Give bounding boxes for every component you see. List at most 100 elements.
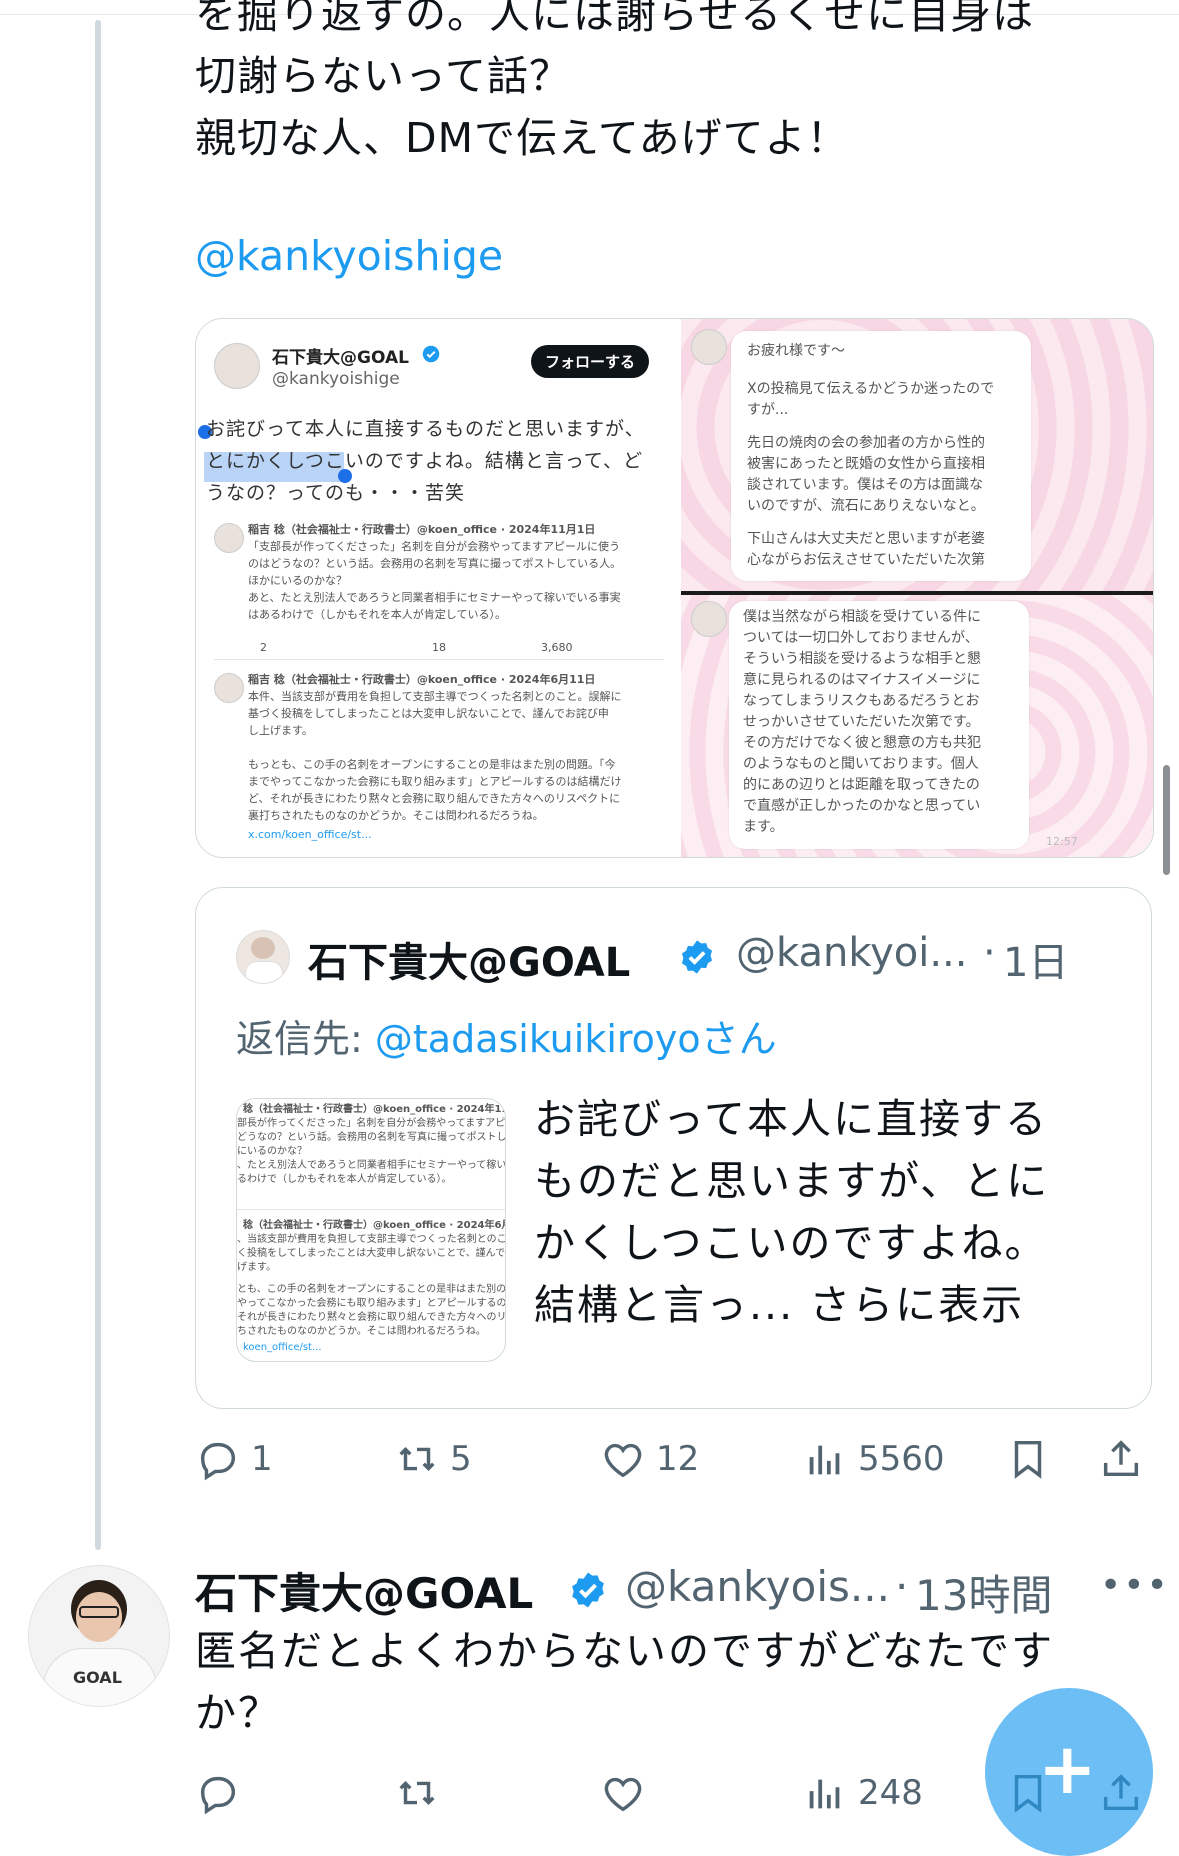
inner-tweet-line: もっとも、この手の名刺をオープンにすることの是非はまた別の問題。「今 xyxy=(248,758,616,771)
avatar xyxy=(691,329,727,365)
more-options-icon[interactable]: ••• xyxy=(1100,1565,1170,1606)
dm-line: 心ながらお伝えさせていただいた次第 xyxy=(747,552,985,568)
thumb-line: とも、この手の名刺をオープンにすることの是非はまた別の xyxy=(237,1284,506,1295)
dm-line: のようなものと聞いております。個人 xyxy=(743,756,979,772)
screenshot-body-line: うなの？ってのも・・・苦笑 xyxy=(206,482,466,504)
thumb-line: るわけで（しかもそれを本人が肯定している）。 xyxy=(237,1174,452,1185)
thread-connector-line xyxy=(95,20,101,1550)
inner-tweet-line: 「支部長が作ってくださった」名刺を自分が会務やってますアピールに使う xyxy=(248,540,621,553)
screenshot-body-line: お詫びって本人に直接するものだと思いますが、 xyxy=(206,418,645,440)
views-button[interactable]: 5560 xyxy=(802,1436,945,1482)
like-count: 12 xyxy=(656,1439,700,1479)
avatar-shirt-logo: GOAL xyxy=(73,1668,122,1687)
views-button[interactable]: 248 xyxy=(802,1770,923,1816)
quote-handle: @kankyoi... xyxy=(736,930,968,976)
tweet-text-line: 切謝らないって話？ xyxy=(195,52,571,100)
avatar xyxy=(214,523,244,553)
reply-button[interactable] xyxy=(195,1770,241,1816)
dm-line: 下山さんは大丈夫だと思いますが老婆 xyxy=(747,531,985,547)
inner-tweet-line: ほかにいるのかな？ xyxy=(248,574,347,587)
repost-count: 5 xyxy=(450,1439,472,1479)
reply-count: 1 xyxy=(251,1439,273,1479)
media-grid[interactable]: 石下貴大@GOAL @kankyoishige フォローする お詫びって本人に直… xyxy=(195,318,1154,858)
quote-text-line: 結構と言っ... さらに表示 xyxy=(534,1281,1025,1329)
thumb-line: 、たとえ別法人であろうと同業者相手にセミナーやって稼い xyxy=(237,1160,506,1171)
media-screenshot-tweet[interactable]: 石下貴大@GOAL @kankyoishige フォローする お詫びって本人に直… xyxy=(196,319,678,857)
dm-line: Xの投稿見て伝えるかどうか迷ったので xyxy=(747,381,995,397)
dm-line: お疲れ様です〜 xyxy=(747,343,845,359)
reply-icon xyxy=(200,1776,236,1815)
inner-tweet-header: 稲吉 稔（社会福祉士・行政書士）@koen_office · 2024年11月1… xyxy=(248,523,596,536)
mention-link[interactable]: @kankyoishige xyxy=(195,232,503,280)
reply-to-prefix: 返信先: xyxy=(236,1017,375,1061)
avatar xyxy=(236,930,290,984)
follow-button: フォローする xyxy=(531,345,650,378)
screenshot-handle: @kankyoishige xyxy=(272,369,400,389)
dm-line: 被害にあったと既婚の女性から直接相 xyxy=(747,456,985,472)
thumb-line: げます。 xyxy=(237,1262,276,1273)
bookmark-icon xyxy=(1014,1440,1042,1479)
avatar xyxy=(214,343,260,389)
inner-tweet-line: し上げます。 xyxy=(248,724,313,737)
dm-line: そういう相談を受けるような相手と懇 xyxy=(743,651,981,667)
reply-icon xyxy=(200,1442,236,1481)
scrollbar-thumb[interactable] xyxy=(1163,765,1170,875)
inner-tweet-line: 裏打ちされたものなのかどうか。そこは問われるだろうね。 xyxy=(248,809,544,822)
bookmark-button[interactable] xyxy=(1005,1436,1051,1482)
inner-like-count: 18 xyxy=(432,641,446,654)
quote-time: 1日 xyxy=(1003,940,1069,986)
tweet-time: 13時間 xyxy=(915,1571,1053,1620)
quote-media-thumbnail[interactable]: 稔（社会福祉士・行政書士）@koen_office · 2024年11月 部長が… xyxy=(236,1098,506,1362)
inner-reply-count: 2 xyxy=(260,641,267,654)
quote-text-line: かくしつこいのですよね。 xyxy=(534,1219,1048,1267)
quote-text-line: お詫びって本人に直接する xyxy=(534,1095,1048,1143)
share-icon xyxy=(1103,1440,1139,1477)
reply-to-line: 返信先: @tadasikuikiroyoさん xyxy=(236,1008,777,1063)
inner-tweet-line: までやってこなかった会務にも取り組みます」とアピールするのは結構だけ xyxy=(248,775,622,788)
inner-tweet-line: はあるわけで（しかもそれを本人が肯定している）。 xyxy=(248,608,506,621)
tweet-text-line: を掘り返すの。人には謝らせるくせに自身は xyxy=(195,0,1035,38)
tweet-text-line: 親切な人、DMで伝えてあげてよ！ xyxy=(195,114,849,162)
thumb-line: 部長が作ってくださった」名刺を自分が会務やってますアピ xyxy=(237,1118,506,1129)
inner-tweet-line: のはどうなの？という話。会務用の名刺を写真に撮ってポストしている人。 xyxy=(248,557,622,570)
avatar xyxy=(691,601,727,637)
dm-line: 的にあの辺りとは距離を取ってきたの xyxy=(743,777,980,793)
thumb-line: koen_office/st... xyxy=(243,1342,322,1353)
dm-line: せっかいさせていただいた次第です。 xyxy=(743,714,980,730)
inner-tweet-line: 本件、当該支部が費用を負担して支部主導でつくった名刺とのこと。誤解に xyxy=(248,690,622,703)
quote-text-line: ものだと思いますが、とに xyxy=(534,1157,1050,1205)
author-name[interactable]: 石下貴大@GOAL xyxy=(195,1560,533,1621)
thumb-line: 稔（社会福祉士・行政書士）@koen_office · 2024年11月 xyxy=(243,1104,506,1115)
like-button[interactable]: 12 xyxy=(600,1436,699,1482)
repost-button[interactable] xyxy=(394,1770,440,1816)
dm-line: ついては一切口外しておりませんが、 xyxy=(743,630,979,646)
thumb-line: それが長きにわたり黙々と会務に取り組んできた方々へのリ xyxy=(237,1312,506,1323)
share-button[interactable] xyxy=(1098,1436,1144,1482)
repost-button[interactable]: 5 xyxy=(394,1436,472,1482)
screenshot-body-line: とにかくしつこいのですよね。結構と言って、ど xyxy=(206,450,643,472)
media-dm-screenshot-1[interactable]: お疲れ様です〜 Xの投稿見て伝えるかどうか迷ったので すが... 先日の焼肉の会… xyxy=(681,319,1153,591)
reply-to-suffix: さん xyxy=(700,1017,777,1061)
dm-line: 談されています。僕はその方は面識な xyxy=(747,477,984,493)
inner-divider xyxy=(214,659,664,660)
tweet-text-line: 匿名だとよくわからないのですがどなたです xyxy=(195,1627,1055,1675)
dm-line: 意に見られるのはマイナスイメージに xyxy=(743,672,981,688)
views-count: 5560 xyxy=(858,1439,945,1479)
quote-tweet-card[interactable]: 石下貴大@GOAL @kankyoi... · 1日 返信先: @tadasik… xyxy=(195,887,1152,1409)
reply-to-mention[interactable]: @tadasikuikiroyo xyxy=(375,1017,701,1061)
like-button[interactable] xyxy=(600,1770,646,1816)
verified-badge-icon xyxy=(681,940,713,974)
inner-tweet-line: ど、それが長きにわたり黙々と会務に取り組んできた方々へのリスペクトに xyxy=(248,792,621,805)
plus-icon: + xyxy=(1038,1728,1097,1810)
views-icon xyxy=(809,1445,840,1475)
reply-button[interactable]: 1 xyxy=(195,1436,273,1482)
media-dm-screenshot-2[interactable]: 僕は当然ながら相談を受けている件に ついては一切口外しておりませんが、 そういう… xyxy=(681,595,1153,857)
dm-line: ます。 xyxy=(743,819,784,835)
avatar[interactable]: GOAL xyxy=(28,1565,170,1707)
verified-badge-icon xyxy=(422,345,440,363)
repost-icon xyxy=(399,1780,435,1806)
dm-line: 僕は当然ながら相談を受けている件に xyxy=(743,609,981,625)
heart-icon xyxy=(604,1777,642,1812)
inner-tweet-header: 稲吉 稔（社会福祉士・行政書士）@koen_office · 2024年6月11… xyxy=(248,673,596,686)
inner-tweet-line: あと、たとえ別法人であろうと同業者相手にセミナーやって稼いでいる事実 xyxy=(248,591,621,604)
